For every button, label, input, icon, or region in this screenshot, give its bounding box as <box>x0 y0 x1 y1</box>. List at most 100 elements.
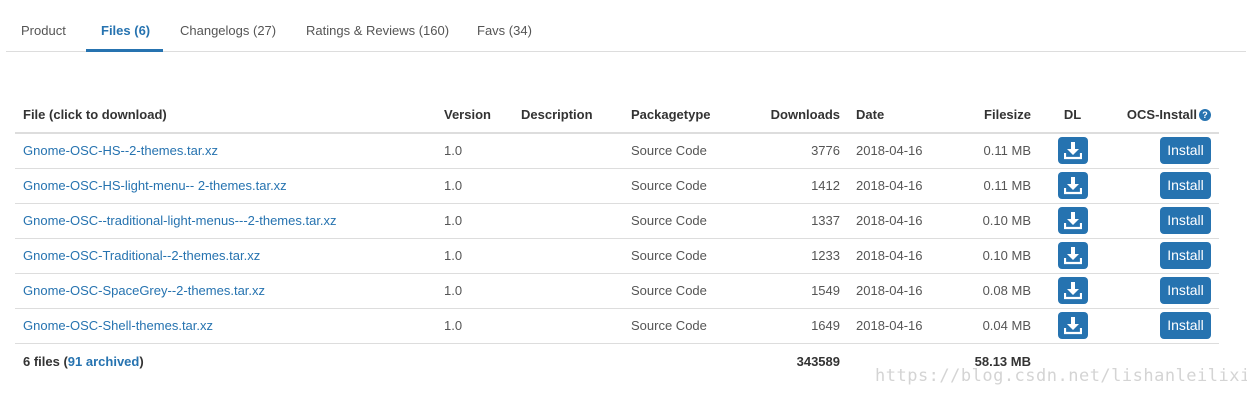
download-icon-glyph <box>1063 247 1082 265</box>
downloads-cell: 1549 <box>741 273 848 309</box>
dl-cell <box>1039 168 1106 204</box>
install-button[interactable]: Install <box>1160 172 1211 199</box>
download-icon[interactable] <box>1057 207 1088 234</box>
date-cell: 2018-04-16 <box>848 238 948 274</box>
dl-cell <box>1039 273 1106 309</box>
downloads-cell: 1337 <box>741 203 848 239</box>
file-download-link[interactable]: Gnome-OSC-SpaceGrey--2-themes.tar.xz <box>23 283 265 298</box>
filesize-cell: 0.10 MB <box>948 203 1039 239</box>
download-icon[interactable] <box>1057 137 1088 165</box>
date-cell: 2018-04-16 <box>848 203 948 239</box>
download-icon-glyph <box>1063 142 1082 160</box>
description-cell <box>513 238 623 274</box>
packagetype-cell: Source Code <box>623 133 741 169</box>
dl-cell <box>1039 133 1106 169</box>
tab-changelogs[interactable]: Changelogs (27) <box>180 0 276 52</box>
download-icon[interactable] <box>1057 277 1088 304</box>
tab-files[interactable]: Files (6) <box>101 0 150 52</box>
file-cell: Gnome-OSC-HS-light-menu-- 2-themes.tar.x… <box>15 168 436 204</box>
active-tab-indicator <box>86 49 163 52</box>
date-cell: 2018-04-16 <box>848 168 948 204</box>
install-button[interactable]: Install <box>1160 242 1211 269</box>
column-header-description: Description <box>513 97 623 134</box>
column-header-file: File (click to download) <box>15 97 436 134</box>
install-cell: Install <box>1106 238 1219 274</box>
install-cell: Install <box>1106 203 1219 239</box>
date-cell: 2018-04-16 <box>848 308 948 344</box>
column-header-date: Date <box>848 97 948 134</box>
version-cell: 1.0 <box>436 133 513 169</box>
filesize-cell: 0.11 MB <box>948 168 1039 204</box>
dl-cell <box>1039 308 1106 344</box>
tab-product[interactable]: Product <box>21 0 66 52</box>
description-cell <box>513 273 623 309</box>
table-header-row: File (click to download) Version Descrip… <box>15 97 1219 134</box>
table-row: Gnome-OSC-HS-light-menu-- 2-themes.tar.x… <box>15 168 1219 204</box>
date-cell: 2018-04-16 <box>848 273 948 309</box>
file-download-link[interactable]: Gnome-OSC-Traditional--2-themes.tar.xz <box>23 248 260 263</box>
dl-cell <box>1039 203 1106 239</box>
install-cell: Install <box>1106 133 1219 169</box>
download-icon[interactable] <box>1057 312 1088 339</box>
packagetype-cell: Source Code <box>623 308 741 344</box>
ocs-install-label: OCS-Install <box>1126 107 1197 122</box>
install-cell: Install <box>1106 308 1219 344</box>
downloads-cell: 1233 <box>741 238 848 274</box>
packagetype-cell: Source Code <box>623 273 741 309</box>
filesize-cell: 0.04 MB <box>948 308 1039 344</box>
description-cell <box>513 133 623 169</box>
files-count: 6 files ( <box>23 353 68 369</box>
description-cell <box>513 168 623 204</box>
download-icon-glyph <box>1063 317 1082 335</box>
file-cell: Gnome-OSC--traditional-light-menus---2-t… <box>15 203 436 239</box>
downloads-cell: 3776 <box>741 133 848 169</box>
file-cell: Gnome-OSC-HS--2-themes.tar.xz <box>15 133 436 169</box>
packagetype-cell: Source Code <box>623 168 741 204</box>
files-table: File (click to download) Version Descrip… <box>15 97 1219 379</box>
files-summary: 6 files (91 archived) <box>15 343 436 379</box>
help-icon[interactable]: ? <box>1199 109 1211 121</box>
tab-favs[interactable]: Favs (34) <box>477 0 532 52</box>
install-button[interactable]: Install <box>1160 207 1211 234</box>
description-cell <box>513 308 623 344</box>
packagetype-cell: Source Code <box>623 238 741 274</box>
file-download-link[interactable]: Gnome-OSC-HS-light-menu-- 2-themes.tar.x… <box>23 178 287 193</box>
download-icon[interactable] <box>1057 242 1088 269</box>
watermark: https://blog.csdn.net/lishanleilixin <box>875 366 1247 386</box>
filesize-cell: 0.10 MB <box>948 238 1039 274</box>
file-download-link[interactable]: Gnome-OSC-HS--2-themes.tar.xz <box>23 143 218 158</box>
table-row: Gnome-OSC-HS--2-themes.tar.xz 1.0 Source C… <box>15 133 1219 169</box>
version-cell: 1.0 <box>436 168 513 204</box>
file-cell: Gnome-OSC-Shell-themes.tar.xz <box>15 308 436 344</box>
install-cell: Install <box>1106 273 1219 309</box>
table-row: Gnome-OSC-Shell-themes.tar.xz 1.0 Source C… <box>15 308 1219 344</box>
install-button[interactable]: Install <box>1160 277 1211 304</box>
packagetype-cell: Source Code <box>623 203 741 239</box>
table-row: Gnome-OSC--traditional-light-menus---2-t… <box>15 203 1219 239</box>
install-button[interactable]: Install <box>1160 137 1211 165</box>
version-cell: 1.0 <box>436 273 513 309</box>
downloads-cell: 1412 <box>741 168 848 204</box>
download-icon[interactable] <box>1057 172 1088 199</box>
version-cell: 1.0 <box>436 238 513 274</box>
column-header-ocs-install: OCS-Install? <box>1106 97 1219 134</box>
tab-ratings-reviews[interactable]: Ratings & Reviews (160) <box>306 0 449 52</box>
column-header-packagetype: Packagetype <box>623 97 741 134</box>
download-icon-glyph <box>1063 282 1082 300</box>
description-cell <box>513 203 623 239</box>
install-cell: Install <box>1106 168 1219 204</box>
install-button[interactable]: Install <box>1160 312 1211 339</box>
table-row: Gnome-OSC-SpaceGrey--2-themes.tar.xz 1.0 S… <box>15 273 1219 309</box>
downloads-cell: 1649 <box>741 308 848 344</box>
filesize-cell: 0.08 MB <box>948 273 1039 309</box>
file-download-link[interactable]: Gnome-OSC-Shell-themes.tar.xz <box>23 318 213 333</box>
version-cell: 1.0 <box>436 203 513 239</box>
download-icon-glyph <box>1063 212 1082 230</box>
total-downloads: 343589 <box>796 353 840 369</box>
column-header-version: Version <box>436 97 513 134</box>
dl-cell <box>1039 238 1106 274</box>
file-download-link[interactable]: Gnome-OSC--traditional-light-menus---2-t… <box>23 213 337 228</box>
file-cell: Gnome-OSC-SpaceGrey--2-themes.tar.xz <box>15 273 436 309</box>
download-icon-glyph <box>1063 177 1082 195</box>
archived-link[interactable]: 91 archived <box>68 354 140 369</box>
